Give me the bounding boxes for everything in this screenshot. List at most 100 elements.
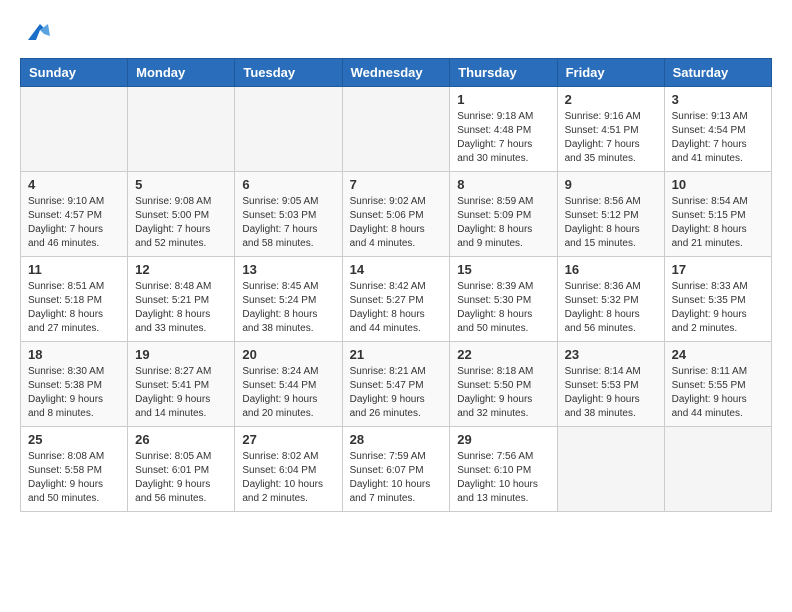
- day-info: Sunrise: 9:16 AM Sunset: 4:51 PM Dayligh…: [565, 110, 657, 166]
- day-info: Sunrise: 8:08 AM Sunset: 5:58 PM Dayligh…: [28, 450, 120, 506]
- calendar-cell: 26 Sunrise: 8:05 AM Sunset: 6:01 PM Dayli…: [128, 427, 235, 512]
- logo-icon: [20, 20, 52, 48]
- calendar-cell: [21, 87, 128, 172]
- weekday-header-thursday: Thursday: [450, 59, 557, 87]
- calendar-cell: 20 Sunrise: 8:24 AM Sunset: 5:44 PM Dayli…: [235, 342, 342, 427]
- day-number: 19: [135, 347, 227, 362]
- calendar-cell: [342, 87, 450, 172]
- day-info: Sunrise: 8:27 AM Sunset: 5:41 PM Dayligh…: [135, 365, 227, 421]
- calendar-cell: 28Sunrise: 7:59 AM Sunset: 6:07 PM Dayli…: [342, 427, 450, 512]
- day-number: 3: [672, 92, 764, 107]
- calendar-cell: 7 Sunrise: 9:02 AM Sunset: 5:06 PM Daylig…: [342, 172, 450, 257]
- calendar-table: SundayMondayTuesdayWednesdayThursdayFrid…: [20, 58, 772, 512]
- day-info: Sunrise: 9:10 AM Sunset: 4:57 PM Dayligh…: [28, 195, 120, 251]
- calendar-cell: 18 Sunrise: 8:30 AM Sunset: 5:38 PM Dayli…: [21, 342, 128, 427]
- day-number: 16: [565, 262, 657, 277]
- day-info: Sunrise: 9:05 AM Sunset: 5:03 PM Dayligh…: [242, 195, 334, 251]
- day-info: Sunrise: 8:45 AM Sunset: 5:24 PM Dayligh…: [242, 280, 334, 336]
- calendar-cell: [235, 87, 342, 172]
- day-info: Sunrise: 8:24 AM Sunset: 5:44 PM Dayligh…: [242, 365, 334, 421]
- page-header: [20, 20, 772, 48]
- day-number: 1: [457, 92, 549, 107]
- calendar-cell: 10 Sunrise: 8:54 AM Sunset: 5:15 PM Dayli…: [664, 172, 771, 257]
- day-number: 14: [350, 262, 443, 277]
- day-info: Sunrise: 9:08 AM Sunset: 5:00 PM Dayligh…: [135, 195, 227, 251]
- day-number: 17: [672, 262, 764, 277]
- day-number: 13: [242, 262, 334, 277]
- calendar-cell: 12 Sunrise: 8:48 AM Sunset: 5:21 PM Dayli…: [128, 257, 235, 342]
- calendar-cell: 5 Sunrise: 9:08 AM Sunset: 5:00 PM Daylig…: [128, 172, 235, 257]
- calendar-cell: 27 Sunrise: 8:02 AM Sunset: 6:04 PM Dayli…: [235, 427, 342, 512]
- day-number: 18: [28, 347, 120, 362]
- weekday-header-friday: Friday: [557, 59, 664, 87]
- calendar-cell: 25 Sunrise: 8:08 AM Sunset: 5:58 PM Dayli…: [21, 427, 128, 512]
- calendar-cell: 6 Sunrise: 9:05 AM Sunset: 5:03 PM Daylig…: [235, 172, 342, 257]
- calendar-cell: 23 Sunrise: 8:14 AM Sunset: 5:53 PM Dayli…: [557, 342, 664, 427]
- day-number: 21: [350, 347, 443, 362]
- calendar-cell: 8Sunrise: 8:59 AM Sunset: 5:09 PM Daylig…: [450, 172, 557, 257]
- day-info: Sunrise: 7:56 AM Sunset: 6:10 PM Dayligh…: [457, 450, 549, 506]
- day-info: Sunrise: 8:48 AM Sunset: 5:21 PM Dayligh…: [135, 280, 227, 336]
- calendar-cell: 22Sunrise: 8:18 AM Sunset: 5:50 PM Dayli…: [450, 342, 557, 427]
- calendar-cell: 9Sunrise: 8:56 AM Sunset: 5:12 PM Daylig…: [557, 172, 664, 257]
- day-number: 8: [457, 177, 549, 192]
- day-number: 11: [28, 262, 120, 277]
- calendar-cell: 17 Sunrise: 8:33 AM Sunset: 5:35 PM Dayli…: [664, 257, 771, 342]
- weekday-header-saturday: Saturday: [664, 59, 771, 87]
- day-number: 5: [135, 177, 227, 192]
- day-number: 12: [135, 262, 227, 277]
- day-info: Sunrise: 7:59 AM Sunset: 6:07 PM Dayligh…: [350, 450, 443, 506]
- day-info: Sunrise: 8:33 AM Sunset: 5:35 PM Dayligh…: [672, 280, 764, 336]
- day-info: Sunrise: 9:13 AM Sunset: 4:54 PM Dayligh…: [672, 110, 764, 166]
- calendar-week-row: 18 Sunrise: 8:30 AM Sunset: 5:38 PM Dayli…: [21, 342, 772, 427]
- weekday-header-row: SundayMondayTuesdayWednesdayThursdayFrid…: [21, 59, 772, 87]
- day-info: Sunrise: 8:11 AM Sunset: 5:55 PM Dayligh…: [672, 365, 764, 421]
- calendar-cell: 24 Sunrise: 8:11 AM Sunset: 5:55 PM Dayli…: [664, 342, 771, 427]
- calendar-cell: [664, 427, 771, 512]
- calendar-week-row: 1 Sunrise: 9:18 AM Sunset: 4:48 PM Daylig…: [21, 87, 772, 172]
- calendar-cell: 29 Sunrise: 7:56 AM Sunset: 6:10 PM Dayli…: [450, 427, 557, 512]
- day-info: Sunrise: 8:54 AM Sunset: 5:15 PM Dayligh…: [672, 195, 764, 251]
- day-number: 26: [135, 432, 227, 447]
- weekday-header-monday: Monday: [128, 59, 235, 87]
- day-info: Sunrise: 8:14 AM Sunset: 5:53 PM Dayligh…: [565, 365, 657, 421]
- day-number: 7: [350, 177, 443, 192]
- day-info: Sunrise: 8:05 AM Sunset: 6:01 PM Dayligh…: [135, 450, 227, 506]
- day-number: 29: [457, 432, 549, 447]
- day-number: 2: [565, 92, 657, 107]
- day-info: Sunrise: 8:42 AM Sunset: 5:27 PM Dayligh…: [350, 280, 443, 336]
- day-number: 6: [242, 177, 334, 192]
- calendar-week-row: 25 Sunrise: 8:08 AM Sunset: 5:58 PM Dayli…: [21, 427, 772, 512]
- day-info: Sunrise: 8:18 AM Sunset: 5:50 PM Dayligh…: [457, 365, 549, 421]
- day-number: 27: [242, 432, 334, 447]
- calendar-cell: 19 Sunrise: 8:27 AM Sunset: 5:41 PM Dayli…: [128, 342, 235, 427]
- calendar-week-row: 11 Sunrise: 8:51 AM Sunset: 5:18 PM Dayli…: [21, 257, 772, 342]
- day-number: 9: [565, 177, 657, 192]
- day-info: Sunrise: 8:51 AM Sunset: 5:18 PM Dayligh…: [28, 280, 120, 336]
- calendar-cell: [557, 427, 664, 512]
- day-info: Sunrise: 8:02 AM Sunset: 6:04 PM Dayligh…: [242, 450, 334, 506]
- day-info: Sunrise: 8:36 AM Sunset: 5:32 PM Dayligh…: [565, 280, 657, 336]
- calendar-cell: 14 Sunrise: 8:42 AM Sunset: 5:27 PM Dayli…: [342, 257, 450, 342]
- day-number: 10: [672, 177, 764, 192]
- day-number: 24: [672, 347, 764, 362]
- calendar-cell: 11 Sunrise: 8:51 AM Sunset: 5:18 PM Dayli…: [21, 257, 128, 342]
- day-info: Sunrise: 9:18 AM Sunset: 4:48 PM Dayligh…: [457, 110, 549, 166]
- weekday-header-tuesday: Tuesday: [235, 59, 342, 87]
- day-number: 15: [457, 262, 549, 277]
- day-number: 23: [565, 347, 657, 362]
- logo: [20, 20, 56, 48]
- calendar-cell: 15Sunrise: 8:39 AM Sunset: 5:30 PM Dayli…: [450, 257, 557, 342]
- calendar-cell: 1 Sunrise: 9:18 AM Sunset: 4:48 PM Daylig…: [450, 87, 557, 172]
- day-info: Sunrise: 8:21 AM Sunset: 5:47 PM Dayligh…: [350, 365, 443, 421]
- calendar-cell: 4Sunrise: 9:10 AM Sunset: 4:57 PM Daylig…: [21, 172, 128, 257]
- calendar-cell: [128, 87, 235, 172]
- weekday-header-wednesday: Wednesday: [342, 59, 450, 87]
- day-number: 25: [28, 432, 120, 447]
- day-info: Sunrise: 9:02 AM Sunset: 5:06 PM Dayligh…: [350, 195, 443, 251]
- calendar-cell: 2 Sunrise: 9:16 AM Sunset: 4:51 PM Daylig…: [557, 87, 664, 172]
- day-number: 20: [242, 347, 334, 362]
- day-info: Sunrise: 8:30 AM Sunset: 5:38 PM Dayligh…: [28, 365, 120, 421]
- calendar-cell: 16 Sunrise: 8:36 AM Sunset: 5:32 PM Dayli…: [557, 257, 664, 342]
- calendar-cell: 13 Sunrise: 8:45 AM Sunset: 5:24 PM Dayli…: [235, 257, 342, 342]
